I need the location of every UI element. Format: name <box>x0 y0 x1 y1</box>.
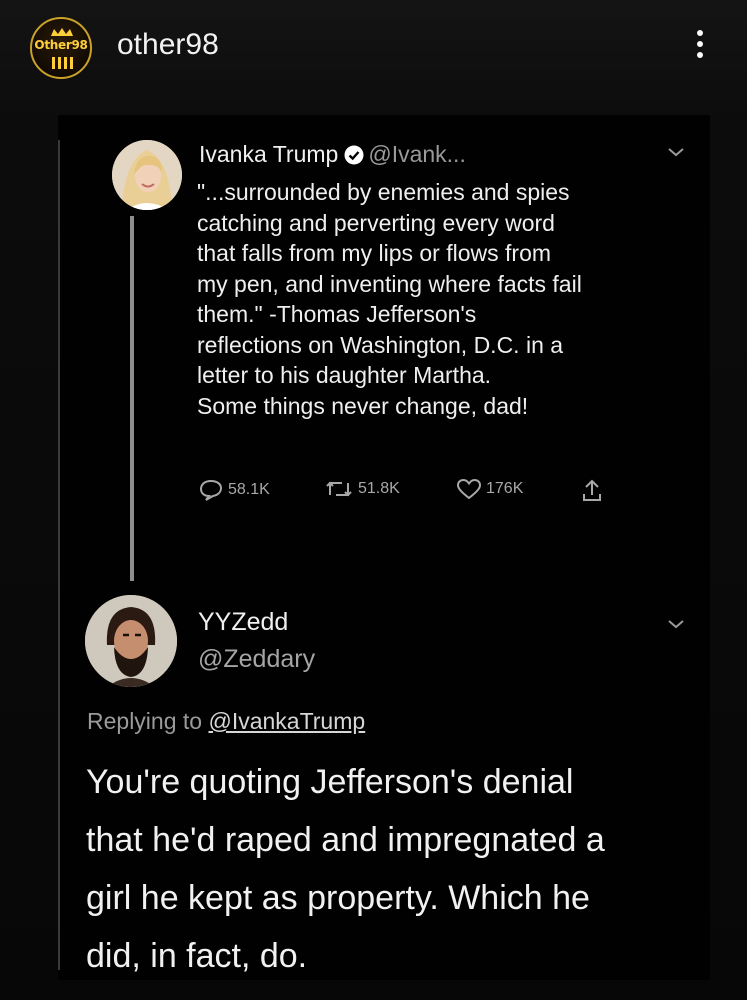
bars-icon <box>52 57 73 69</box>
author-name[interactable]: Ivanka Trump <box>199 141 338 167</box>
chevron-down-icon[interactable] <box>666 146 686 158</box>
tweet-actions: 58.1K 51.8K 176K <box>0 478 747 508</box>
share-icon <box>583 479 601 501</box>
replying-prefix: Replying to <box>87 708 203 734</box>
tweet-author-avatar[interactable] <box>112 140 182 210</box>
reply-button[interactable]: 58.1K <box>198 478 270 502</box>
thread-connector-line <box>130 216 134 581</box>
avatar-portrait-icon <box>112 140 182 210</box>
author-handle[interactable]: @Ivank... <box>368 141 466 167</box>
more-vertical-icon[interactable] <box>692 30 708 66</box>
heart-icon <box>456 478 482 500</box>
share-button[interactable] <box>580 478 608 504</box>
verified-badge-icon <box>344 144 364 171</box>
profile-avatar[interactable]: Other98 <box>30 17 92 79</box>
reply-text: You're quoting Jefferson's denial that h… <box>86 763 605 975</box>
reply-author-handle[interactable]: @Zeddary <box>198 645 315 674</box>
avatar-portrait-icon <box>85 595 177 687</box>
tweet-header: Ivanka Trump @Ivank... <box>199 141 466 171</box>
post-header: Other98 other98 <box>0 0 747 100</box>
username[interactable]: other98 <box>117 28 219 62</box>
badge-logo-text: Other98 <box>34 38 88 52</box>
like-count: 176K <box>486 480 524 497</box>
image-edge-divider <box>58 140 60 970</box>
replying-to-line: Replying to @IvankaTrump <box>87 708 365 735</box>
retweet-button[interactable]: 51.8K <box>324 478 400 500</box>
reply-count: 58.1K <box>228 481 270 498</box>
mention-link[interactable]: @IvankaTrump <box>208 708 365 734</box>
comment-icon <box>199 479 223 501</box>
reply-author-avatar[interactable] <box>85 595 177 687</box>
reply-author-name[interactable]: YYZedd <box>198 608 288 637</box>
like-button[interactable]: 176K <box>456 478 523 500</box>
tweet-text: "...surrounded by enemies and spies catc… <box>197 179 582 419</box>
crown-icon <box>51 28 73 36</box>
retweet-count: 51.8K <box>358 480 400 497</box>
chevron-down-icon[interactable] <box>666 618 686 630</box>
retweet-icon <box>326 481 352 497</box>
